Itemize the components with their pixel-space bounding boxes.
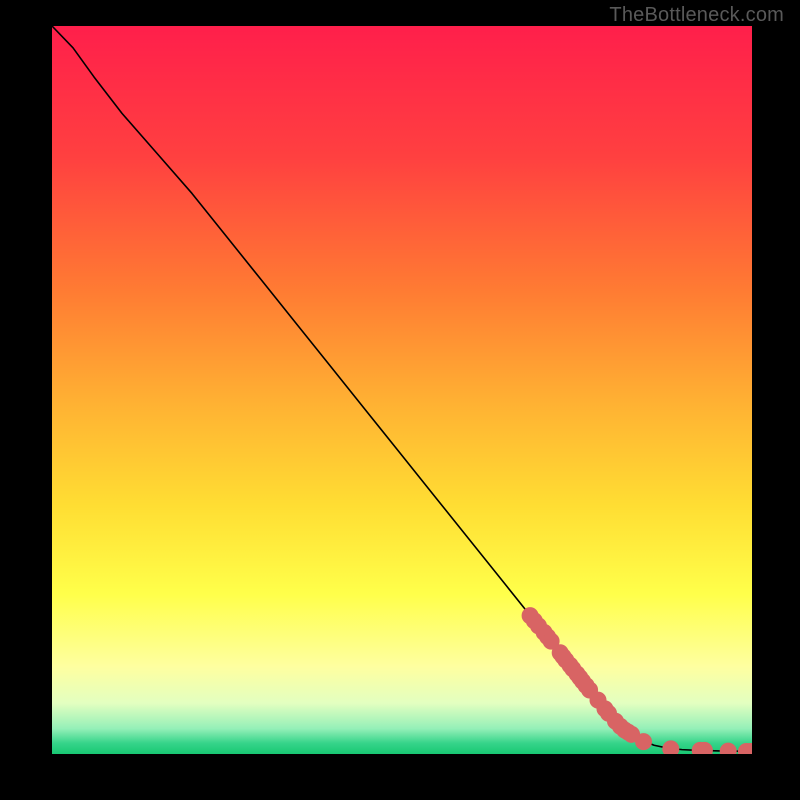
plot-area — [52, 26, 752, 754]
chart-svg — [52, 26, 752, 754]
watermark-text: TheBottleneck.com — [609, 4, 784, 27]
chart-container: TheBottleneck.com — [0, 0, 800, 800]
